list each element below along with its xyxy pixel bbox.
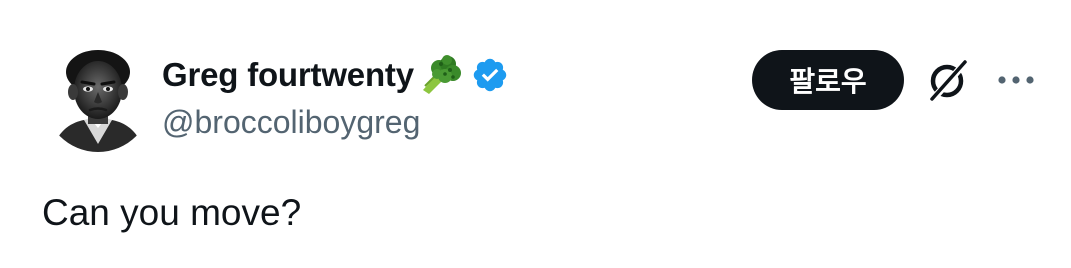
avatar[interactable] — [44, 44, 152, 152]
display-name[interactable]: Greg fourtwenty — [162, 56, 414, 94]
display-name-row: Greg fourtwenty — [162, 52, 509, 98]
more-options-icon[interactable] — [994, 62, 1038, 98]
tweet-text: Can you move? — [42, 192, 302, 233]
handle[interactable]: @broccoliboygreg — [162, 104, 509, 141]
grok-icon[interactable] — [924, 56, 972, 104]
follow-button[interactable]: 팔로우 — [752, 50, 904, 110]
portrait-avatar-icon — [44, 44, 152, 152]
author-names: Greg fourtwenty @broccoliboygreg — [162, 52, 509, 141]
tweet-card: Greg fourtwenty @broccoliboygreg 팔로우 Can… — [0, 0, 1071, 268]
verified-icon[interactable] — [471, 56, 509, 94]
broccoli-icon — [417, 52, 463, 98]
